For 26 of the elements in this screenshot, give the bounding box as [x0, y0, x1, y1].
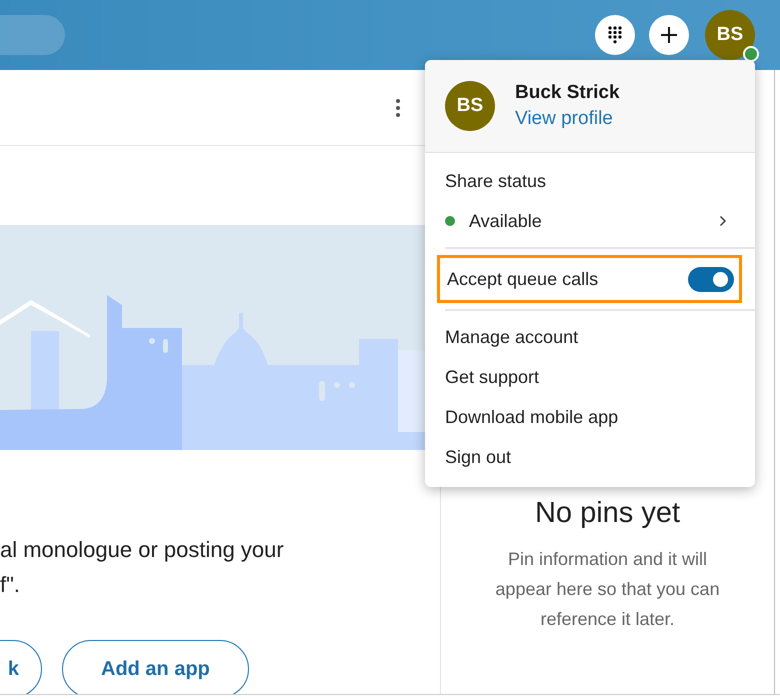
message-text: al monologue or posting your [0, 536, 285, 564]
action-button[interactable]: Add an app [62, 640, 249, 694]
menu-item[interactable]: Sign out [425, 437, 755, 477]
more-icon [396, 98, 400, 116]
user-name: Buck Strick [515, 82, 620, 104]
action-button[interactable]: k [0, 640, 42, 694]
search-field[interactable] [0, 15, 65, 55]
menu-item[interactable]: Get support [425, 357, 755, 397]
toggle-switch[interactable] [688, 266, 734, 292]
pins-title: No pins yet [534, 497, 680, 530]
chevron-right-icon [719, 215, 727, 227]
status-label: Available [469, 210, 543, 232]
message-text: f". [0, 571, 22, 599]
menu-label: Share status [444, 170, 548, 192]
toggle-label: Accept queue calls [447, 268, 598, 290]
profile-avatar: BS [445, 81, 495, 131]
menu-item[interactable]: Download mobile app [425, 397, 755, 437]
dialpad-button[interactable] [595, 15, 635, 55]
pins-description: Pin information and it will appear here so that you can reference it later. [494, 548, 721, 631]
add-button[interactable] [649, 15, 689, 55]
status-menu-item[interactable]: Available [425, 201, 755, 241]
dialpad-icon [608, 26, 622, 44]
plus-icon [660, 26, 678, 44]
view-profile-link[interactable]: View profile [515, 108, 620, 130]
user-avatar[interactable]: BS [705, 10, 755, 60]
menu-item[interactable]: Manage account [425, 317, 755, 357]
